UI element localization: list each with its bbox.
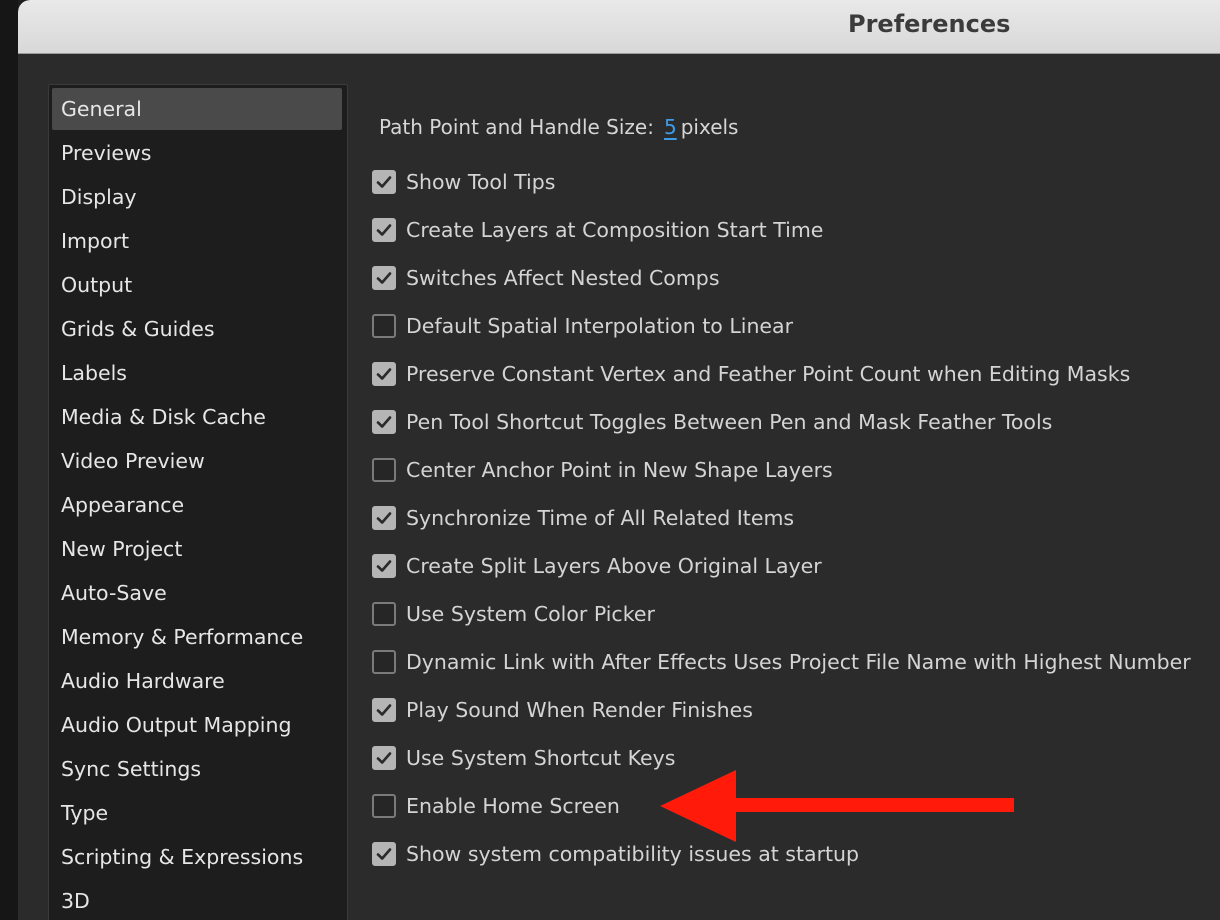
path-point-size-row: Path Point and Handle Size: 5 pixels [379,115,738,139]
sidebar-item-import[interactable]: Import [52,220,342,262]
option-enable-home-screen[interactable]: Enable Home Screen [372,791,620,821]
sidebar-item-3d[interactable]: 3D [52,880,342,920]
checkbox[interactable] [372,458,396,482]
option-label: Create Layers at Composition Start Time [406,218,824,242]
sidebar-item-new-project[interactable]: New Project [52,528,342,570]
checkmark-icon [376,368,392,380]
checkbox[interactable] [372,266,396,290]
sidebar-item-audio-output-mapping[interactable]: Audio Output Mapping [52,704,342,746]
title-bar[interactable]: Preferences [18,0,1220,54]
checkmark-icon [376,512,392,524]
option-label: Create Split Layers Above Original Layer [406,554,822,578]
checkbox[interactable] [372,842,396,866]
checkmark-icon [376,416,392,428]
preferences-window: Preferences General Previews Display Imp… [18,0,1220,920]
option-switches-affect-nested-comps[interactable]: Switches Affect Nested Comps [372,263,720,293]
annotation-arrow-shape [660,770,1014,842]
checkmark-icon [376,560,392,572]
option-use-system-color-picker[interactable]: Use System Color Picker [372,599,655,629]
checkbox[interactable] [372,218,396,242]
option-label: Show Tool Tips [406,170,556,194]
option-label: Dynamic Link with After Effects Uses Pro… [406,650,1191,674]
option-label: Center Anchor Point in New Shape Layers [406,458,833,482]
option-synchronize-time[interactable]: Synchronize Time of All Related Items [372,503,794,533]
option-label: Synchronize Time of All Related Items [406,506,795,530]
option-center-anchor-point[interactable]: Center Anchor Point in New Shape Layers [372,455,833,485]
path-point-size-label: Path Point and Handle Size: [379,115,654,139]
checkbox[interactable] [372,170,396,194]
checkbox[interactable] [372,746,396,770]
window-title: Preferences [848,10,1011,38]
option-label: Preserve Constant Vertex and Feather Poi… [406,362,1131,386]
checkbox[interactable] [372,794,396,818]
checkbox[interactable] [372,602,396,626]
path-point-size-unit: pixels [680,115,739,139]
sidebar-item-type[interactable]: Type [52,792,342,834]
option-label: Switches Affect Nested Comps [406,266,720,290]
sidebar-item-general[interactable]: General [52,88,342,130]
checkbox[interactable] [372,554,396,578]
checkmark-icon [376,272,392,284]
option-preserve-constant-vertex[interactable]: Preserve Constant Vertex and Feather Poi… [372,359,1130,389]
checkmark-icon [376,224,392,236]
sidebar-item-output[interactable]: Output [52,264,342,306]
checkbox[interactable] [372,650,396,674]
sidebar-item-auto-save[interactable]: Auto-Save [52,572,342,614]
path-point-size-value[interactable]: 5 [664,115,677,139]
sidebar-item-audio-hardware[interactable]: Audio Hardware [52,660,342,702]
option-create-layers-at-start-time[interactable]: Create Layers at Composition Start Time [372,215,823,245]
checkmark-icon [376,752,392,764]
checkmark-icon [376,848,392,860]
sidebar-item-previews[interactable]: Previews [52,132,342,174]
checkmark-icon [376,176,392,188]
checkbox[interactable] [372,506,396,530]
checkbox[interactable] [372,410,396,434]
option-show-tool-tips[interactable]: Show Tool Tips [372,167,555,197]
option-label: Use System Color Picker [406,602,655,626]
sidebar-item-display[interactable]: Display [52,176,342,218]
checkbox[interactable] [372,362,396,386]
option-use-system-shortcut-keys[interactable]: Use System Shortcut Keys [372,743,675,773]
option-default-spatial-interpolation-linear[interactable]: Default Spatial Interpolation to Linear [372,311,793,341]
sidebar-item-video-preview[interactable]: Video Preview [52,440,342,482]
checkbox[interactable] [372,314,396,338]
option-label: Play Sound When Render Finishes [406,698,753,722]
sidebar-item-appearance[interactable]: Appearance [52,484,342,526]
sidebar-item-labels[interactable]: Labels [52,352,342,394]
sidebar-item-memory-performance[interactable]: Memory & Performance [52,616,342,658]
option-label: Pen Tool Shortcut Toggles Between Pen an… [406,410,1053,434]
option-play-sound-render-finishes[interactable]: Play Sound When Render Finishes [372,695,753,725]
sidebar-item-sync-settings[interactable]: Sync Settings [52,748,342,790]
option-label: Default Spatial Interpolation to Linear [406,314,794,338]
background-strip [0,0,18,920]
option-dynamic-link-highest-number[interactable]: Dynamic Link with After Effects Uses Pro… [372,647,1191,677]
checkmark-icon [376,704,392,716]
sidebar-item-grids-guides[interactable]: Grids & Guides [52,308,342,350]
checkbox[interactable] [372,698,396,722]
sidebar-item-scripting-expressions[interactable]: Scripting & Expressions [52,836,342,878]
preferences-category-list: General Previews Display Import Output G… [48,84,348,920]
red-arrow-icon [660,770,1014,842]
option-pen-tool-shortcut-toggles[interactable]: Pen Tool Shortcut Toggles Between Pen an… [372,407,1052,437]
option-label: Use System Shortcut Keys [406,746,676,770]
option-create-split-layers-above[interactable]: Create Split Layers Above Original Layer [372,551,822,581]
option-label: Enable Home Screen [406,794,620,818]
sidebar-item-media-disk-cache[interactable]: Media & Disk Cache [52,396,342,438]
